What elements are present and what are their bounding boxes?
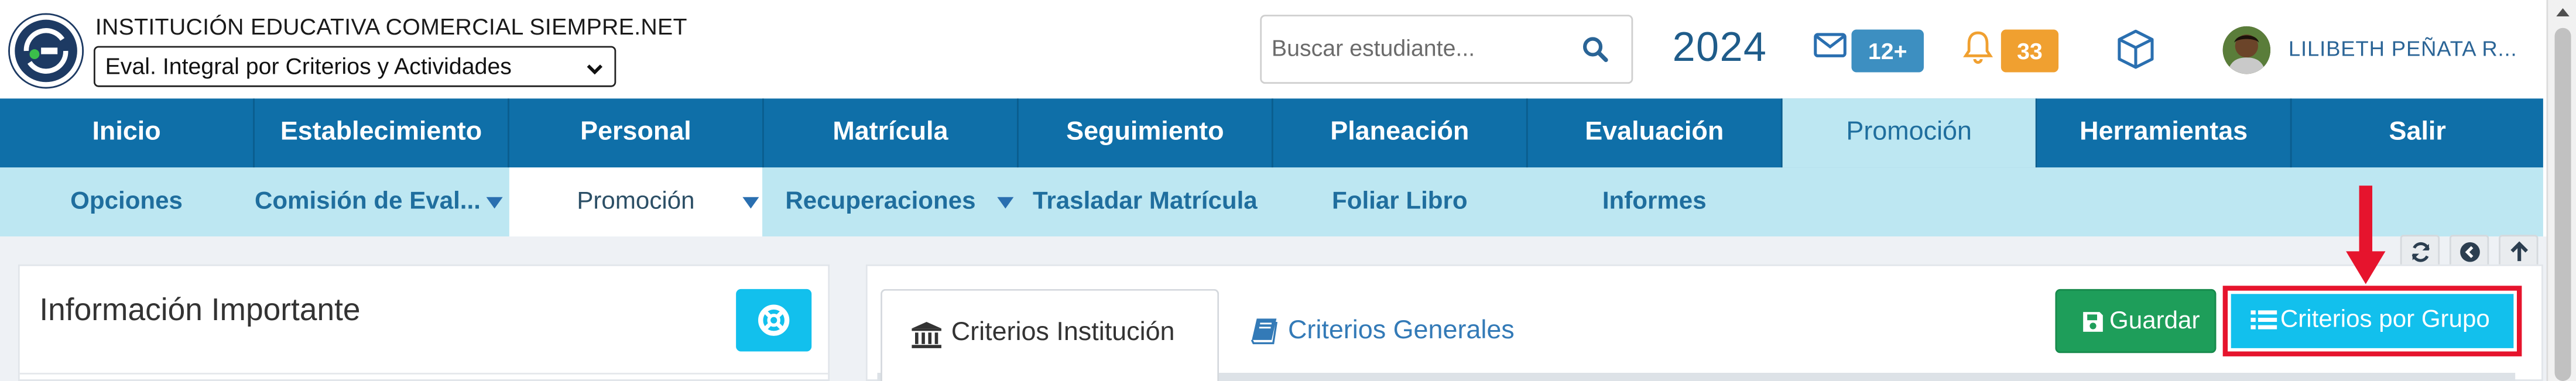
nav-item-establecimiento[interactable]: Establecimiento	[255, 98, 509, 168]
tab-criterios-institucion-label: Criterios Institución	[951, 318, 1175, 347]
refresh-button[interactable]	[2400, 235, 2440, 268]
subnav-item-foliar-libro[interactable]: Foliar Libro	[1273, 167, 1526, 236]
info-panel-title: Información Importante	[39, 294, 361, 329]
floppy-disk-icon	[2083, 312, 2103, 332]
user-photo-icon	[2222, 26, 2271, 74]
subnav-item-trasladar-matricula[interactable]: Trasladar Matrícula	[1019, 167, 1272, 236]
messages-badge[interactable]: 12+	[1851, 29, 1924, 73]
promocion-dropdown-caret-icon[interactable]	[742, 197, 759, 209]
period-select-value: Eval. Integral por Criterios y Actividad…	[105, 52, 512, 79]
scrollbar-thumb[interactable]	[2554, 28, 2571, 381]
subnav-item-promocion[interactable]: Promoción	[509, 167, 763, 237]
subnav-item-promocion-label: Promoción	[577, 187, 695, 215]
institution-name: INSTITUCIÓN EDUCATIVA COMERCIAL SIEMPRE.…	[95, 13, 687, 40]
life-ring-icon	[758, 304, 790, 336]
bank-icon	[912, 321, 941, 348]
scroll-top-button[interactable]	[2499, 235, 2539, 268]
arrow-up-icon	[2510, 241, 2528, 262]
notifications-badge[interactable]: 33	[2000, 29, 2059, 73]
nav-item-seguimiento[interactable]: Seguimiento	[1019, 98, 1273, 168]
envelope-icon[interactable]	[1814, 33, 1847, 57]
cube-icon[interactable]	[2114, 28, 2157, 71]
save-button-label: Guardar	[2109, 307, 2200, 335]
save-button[interactable]: Guardar	[2055, 289, 2217, 353]
app-root: INSTITUCIÓN EDUCATIVA COMERCIAL SIEMPRE.…	[0, 0, 2576, 381]
nav-item-salir[interactable]: Salir	[2292, 98, 2543, 167]
school-year[interactable]: 2024	[1673, 25, 1767, 72]
recuperaciones-dropdown-caret-icon[interactable]	[997, 197, 1014, 209]
criteria-panel: Criterios Institución Criterios Generale…	[865, 264, 2543, 381]
scroll-up-arrow-icon[interactable]	[2556, 8, 2570, 17]
nav-item-evaluacion[interactable]: Evaluación	[1528, 98, 1783, 168]
book-icon	[1251, 318, 1278, 345]
tab-criterios-institucion[interactable]: Criterios Institución	[881, 289, 1220, 381]
criteria-by-group-button[interactable]: Criterios por Grupo	[2231, 294, 2514, 348]
page-scrollbar[interactable]	[2546, 0, 2576, 381]
student-search	[1260, 15, 1633, 84]
sub-nav: Opciones Comisión de Eval... Promoción R…	[0, 167, 2543, 237]
tab-criterios-generales-label: Criterios Generales	[1287, 317, 1515, 345]
nav-item-herramientas[interactable]: Herramientas	[2037, 98, 2292, 168]
info-panel-divider	[19, 372, 828, 375]
info-panel: Información Importante	[18, 264, 830, 381]
student-search-input[interactable]	[1268, 33, 1571, 63]
user-name[interactable]: LILIBETH PEÑATA R...	[2289, 36, 2517, 61]
bell-icon[interactable]	[1962, 30, 1995, 66]
institution-logo	[9, 15, 83, 87]
refresh-icon	[2411, 242, 2430, 262]
subnav-item-comision[interactable]: Comisión de Eval...	[255, 167, 483, 236]
comision-dropdown-caret-icon[interactable]	[486, 197, 503, 209]
red-arrow-annotation-icon	[2346, 186, 2386, 284]
chevron-circle-left-icon	[2460, 242, 2480, 262]
help-button[interactable]	[736, 289, 812, 352]
logo-mark-icon	[18, 23, 74, 79]
period-select[interactable]: Eval. Integral por Criterios y Actividad…	[93, 46, 616, 87]
nav-item-planeacion[interactable]: Planeación	[1273, 98, 1528, 168]
nav-item-inicio[interactable]: Inicio	[0, 98, 255, 168]
user-avatar[interactable]	[2222, 26, 2271, 74]
criteria-by-group-button-label: Criterios por Grupo	[2280, 305, 2490, 334]
criteria-by-group-button-highlight[interactable]: Criterios por Grupo	[2222, 286, 2522, 356]
nav-item-promocion[interactable]: Promoción	[1782, 98, 2037, 168]
nav-item-matricula[interactable]: Matrícula	[764, 98, 1019, 168]
list-icon	[2250, 310, 2277, 329]
search-icon[interactable]	[1582, 36, 1608, 63]
chevron-down-icon	[587, 64, 603, 75]
back-button[interactable]	[2449, 235, 2489, 268]
subnav-item-recuperaciones[interactable]: Recuperaciones	[764, 167, 1017, 236]
nav-item-personal[interactable]: Personal	[509, 98, 764, 168]
subnav-item-opciones[interactable]: Opciones	[0, 167, 253, 236]
main-nav: Inicio Establecimiento Personal Matrícul…	[0, 98, 2543, 168]
subnav-item-informes[interactable]: Informes	[1528, 167, 1781, 236]
